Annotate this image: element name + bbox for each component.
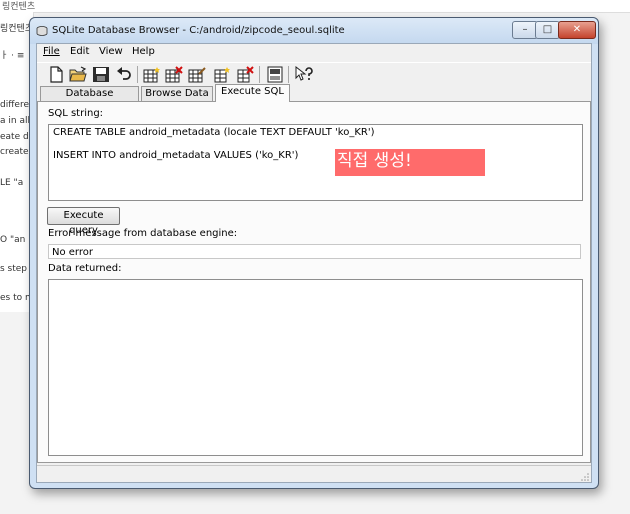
menu-file[interactable]: File [43,46,60,57]
tab-browse-data[interactable]: Browse Data [141,86,213,101]
maximize-button[interactable]: □ [535,21,560,39]
modify-table-icon[interactable] [188,66,206,83]
undo-icon[interactable] [115,66,133,83]
background-fragment: created [0,147,32,157]
menu-help[interactable]: Help [132,46,155,57]
menu-view[interactable]: View [99,46,123,57]
error-message-label: Error message from database engine: [48,228,238,239]
create-index-icon[interactable] [213,66,231,83]
delete-index-icon[interactable] [236,66,254,83]
database-app-icon [36,26,48,36]
background-fragment: O "an [0,235,26,245]
toolbar-separator [259,66,260,83]
execute-query-button[interactable]: Execute query [47,207,120,236]
sql-line: INSERT INTO android_metadata VALUES ('ko… [53,150,299,161]
log-icon[interactable] [266,66,284,83]
window-title: SQLite Database Browser - C:/android/zip… [52,25,345,36]
sql-line: CREATE TABLE android_metadata (locale TE… [53,127,375,138]
tab-database-structure[interactable]: Database Structure [40,86,139,113]
create-table-icon[interactable] [143,66,161,83]
background-fragment: eate dg [0,132,32,142]
sql-string-label: SQL string: [48,108,104,119]
window-client-area: File Edit View Help Database Browse Data… [36,43,592,483]
tab-execute-sql[interactable]: Execute SQL [215,84,290,102]
execute-sql-panel: SQL string: CREATE TABLE android_metadat… [37,101,591,463]
sql-editor[interactable]: CREATE TABLE android_metadata (locale TE… [48,124,583,201]
menu-edit[interactable]: Edit [70,46,89,57]
background-fragment: 링컨텐츠 [0,24,32,34]
background-fragment: differe [0,100,29,110]
toolbar [37,62,591,86]
save-icon[interactable] [92,66,110,83]
status-bar [37,465,591,483]
background-fragment: LE "a [0,178,24,188]
open-folder-icon[interactable] [69,66,87,83]
sqlite-browser-window: SQLite Database Browser - C:/android/zip… [29,17,599,489]
data-returned-grid[interactable] [48,279,583,456]
whats-this-icon[interactable] [295,66,313,83]
resize-grip-icon[interactable] [581,473,589,481]
title-bar[interactable]: SQLite Database Browser - C:/android/zip… [30,18,598,44]
toolbar-separator [137,66,138,83]
toolbar-separator [288,66,289,83]
menu-bar: File Edit View Help [37,44,591,61]
close-button[interactable]: ✕ [558,21,596,39]
annotation-label: 직접 생성! [335,149,485,176]
tab-bar: Database Structure Browse Data Execute S… [37,84,591,113]
background-fragment: ㅏ · ≡ [0,51,25,61]
background-header-text: 링컨텐츠 [2,2,36,12]
error-message-field: No error [48,244,581,259]
data-returned-label: Data returned: [48,263,122,274]
background-fragment: es to m [0,293,32,303]
background-page-header: 링컨텐츠 [0,0,630,13]
background-fragment: s step [0,264,28,274]
new-file-icon[interactable] [47,66,65,83]
background-fragment: a in all [0,116,30,126]
delete-table-icon[interactable] [165,66,183,83]
